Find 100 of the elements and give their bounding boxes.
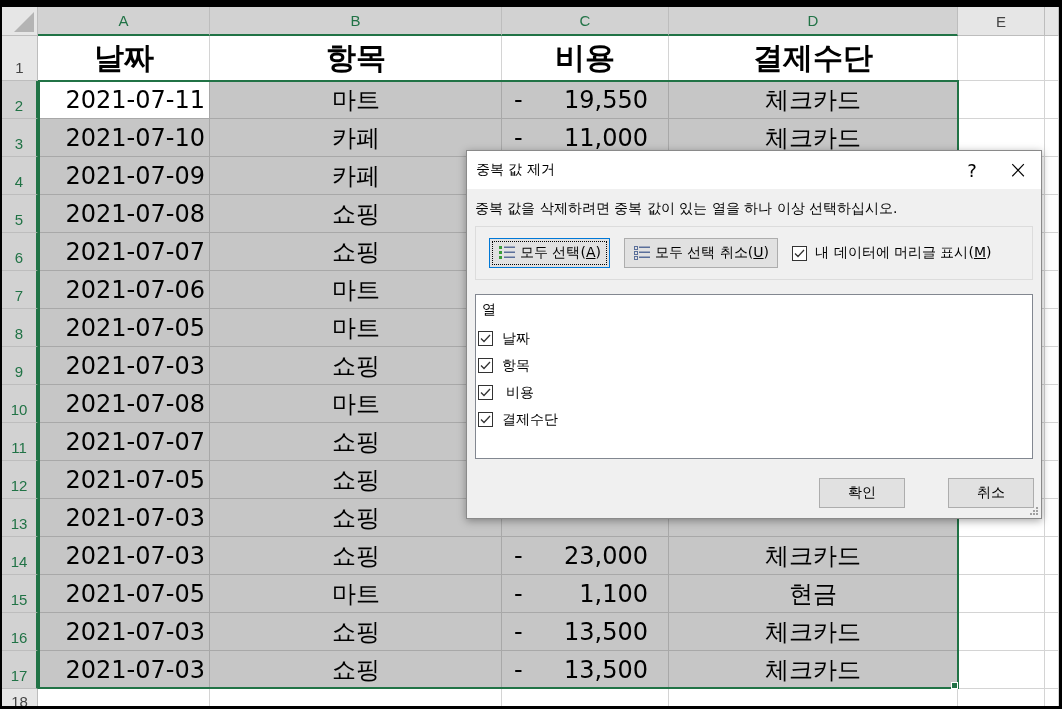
unselect-all-button[interactable]: 모두 선택 취소(U)	[623, 238, 779, 268]
empty-cell[interactable]	[1045, 537, 1059, 575]
row-header[interactable]: 6	[2, 233, 38, 271]
table-cell[interactable]: 결제수단	[669, 36, 958, 81]
empty-cell[interactable]	[1045, 651, 1059, 689]
cancel-button[interactable]: 취소	[948, 478, 1034, 508]
empty-cell[interactable]	[1045, 157, 1059, 195]
row-header[interactable]: 2	[2, 81, 38, 119]
checkbox[interactable]	[478, 358, 493, 373]
empty-cell[interactable]	[1045, 385, 1059, 423]
ok-button[interactable]: 확인	[819, 478, 905, 508]
table-cell[interactable]: 마트	[210, 575, 502, 613]
checkbox[interactable]	[478, 331, 493, 346]
row-header[interactable]: 10	[2, 385, 38, 423]
fill-handle[interactable]	[951, 682, 958, 689]
column-header[interactable]: E	[958, 7, 1045, 36]
column-option[interactable]: 항목	[502, 356, 530, 375]
payment-cell-text: 체크카드	[765, 654, 861, 686]
table-cell[interactable]: 쇼핑	[210, 651, 502, 689]
row-header[interactable]: 4	[2, 157, 38, 195]
table-cell[interactable]: 체크카드	[669, 651, 958, 689]
checkbox[interactable]	[478, 385, 493, 400]
empty-cell[interactable]	[1045, 613, 1059, 651]
column-header[interactable]: C	[502, 7, 669, 36]
table-cell[interactable]: - 13,500	[502, 651, 669, 689]
table-cell[interactable]: 항목	[210, 36, 502, 81]
minus-sign: -	[514, 655, 523, 684]
row-header[interactable]: 12	[2, 461, 38, 499]
empty-cell[interactable]	[1045, 423, 1059, 461]
table-cell[interactable]: 날짜	[38, 36, 210, 81]
table-cell[interactable]: 비용	[502, 36, 669, 81]
table-cell[interactable]: 2021-07-07	[38, 423, 210, 461]
checkbox-label[interactable]: 내 데이터에 머리글 표시(M)	[815, 244, 992, 262]
row-header[interactable]: 11	[2, 423, 38, 461]
empty-cell[interactable]	[1045, 461, 1059, 499]
select-all-button[interactable]: 모두 선택(A)	[489, 238, 610, 268]
resize-grip-icon[interactable]	[1029, 506, 1039, 516]
row-header[interactable]: 8	[2, 309, 38, 347]
table-cell[interactable]: 2021-07-08	[38, 385, 210, 423]
empty-cell[interactable]	[1045, 347, 1059, 385]
table-cell[interactable]: 쇼핑	[210, 499, 502, 537]
table-cell[interactable]: 2021-07-05	[38, 461, 210, 499]
row-header[interactable]: 1	[2, 36, 38, 81]
row-header[interactable]: 13	[2, 499, 38, 537]
column-option[interactable]: 날짜	[502, 329, 530, 348]
table-cell[interactable]: - 13,500	[502, 613, 669, 651]
table-cell[interactable]: 쇼핑	[210, 537, 502, 575]
table-cell[interactable]: - 19,550	[502, 81, 669, 119]
table-cell[interactable]: 2021-07-11	[38, 81, 210, 119]
row-header[interactable]: 9	[2, 347, 38, 385]
column-option[interactable]: 결제수단	[502, 410, 558, 429]
row-header[interactable]: 5	[2, 195, 38, 233]
empty-cell[interactable]	[1045, 233, 1059, 271]
empty-cell[interactable]	[1045, 119, 1059, 157]
item-cell-text: 쇼핑	[331, 654, 380, 686]
table-cell[interactable]: 2021-07-03	[38, 613, 210, 651]
table-cell[interactable]: 카페	[210, 119, 502, 157]
table-cell[interactable]: 체크카드	[669, 613, 958, 651]
empty-cell[interactable]	[1045, 195, 1059, 233]
table-cell[interactable]: 체크카드	[669, 81, 958, 119]
empty-cell[interactable]	[1045, 575, 1059, 613]
table-cell[interactable]: 2021-07-05	[38, 309, 210, 347]
select-all-triangle-icon[interactable]	[14, 12, 34, 32]
table-cell[interactable]: - 23,000	[502, 537, 669, 575]
table-cell[interactable]: 2021-07-08	[38, 195, 210, 233]
item-cell-text: 쇼핑	[331, 198, 380, 230]
table-cell[interactable]: 마트	[210, 81, 502, 119]
row-header[interactable]: 15	[2, 575, 38, 613]
column-header[interactable]: B	[210, 7, 502, 36]
table-cell[interactable]: 2021-07-06	[38, 271, 210, 309]
table-cell[interactable]: 2021-07-03	[38, 651, 210, 689]
table-cell[interactable]: - 1,100	[502, 575, 669, 613]
empty-cell[interactable]	[1045, 81, 1059, 119]
table-cell[interactable]: 2021-07-05	[38, 575, 210, 613]
empty-cell[interactable]	[1045, 271, 1059, 309]
checkbox[interactable]	[478, 412, 493, 427]
row-header[interactable]: 3	[2, 119, 38, 157]
table-cell[interactable]: 2021-07-09	[38, 157, 210, 195]
column-header[interactable]: D	[669, 7, 958, 36]
column-header[interactable]: A	[38, 7, 210, 36]
table-cell[interactable]: 체크카드	[669, 537, 958, 575]
table-cell[interactable]: 2021-07-03	[38, 499, 210, 537]
close-button[interactable]: ×	[995, 151, 1041, 189]
table-cell[interactable]: 현금	[669, 575, 958, 613]
column-option[interactable]: 비용	[502, 383, 535, 402]
table-cell[interactable]: 2021-07-10	[38, 119, 210, 157]
table-cell[interactable]: 2021-07-03	[38, 537, 210, 575]
row-header[interactable]: 7	[2, 271, 38, 309]
table-cell[interactable]: 쇼핑	[210, 613, 502, 651]
empty-cell[interactable]	[1045, 499, 1059, 537]
row-header[interactable]: 16	[2, 613, 38, 651]
item-cell-text: 쇼핑	[331, 236, 380, 268]
empty-cell[interactable]	[1045, 7, 1059, 36]
table-cell[interactable]: 2021-07-07	[38, 233, 210, 271]
empty-cell[interactable]	[1045, 309, 1059, 347]
empty-cell[interactable]	[958, 36, 1045, 81]
table-cell[interactable]: 2021-07-03	[38, 347, 210, 385]
row-header[interactable]: 14	[2, 537, 38, 575]
checkbox[interactable]	[792, 245, 808, 261]
row-header[interactable]: 17	[2, 651, 38, 689]
